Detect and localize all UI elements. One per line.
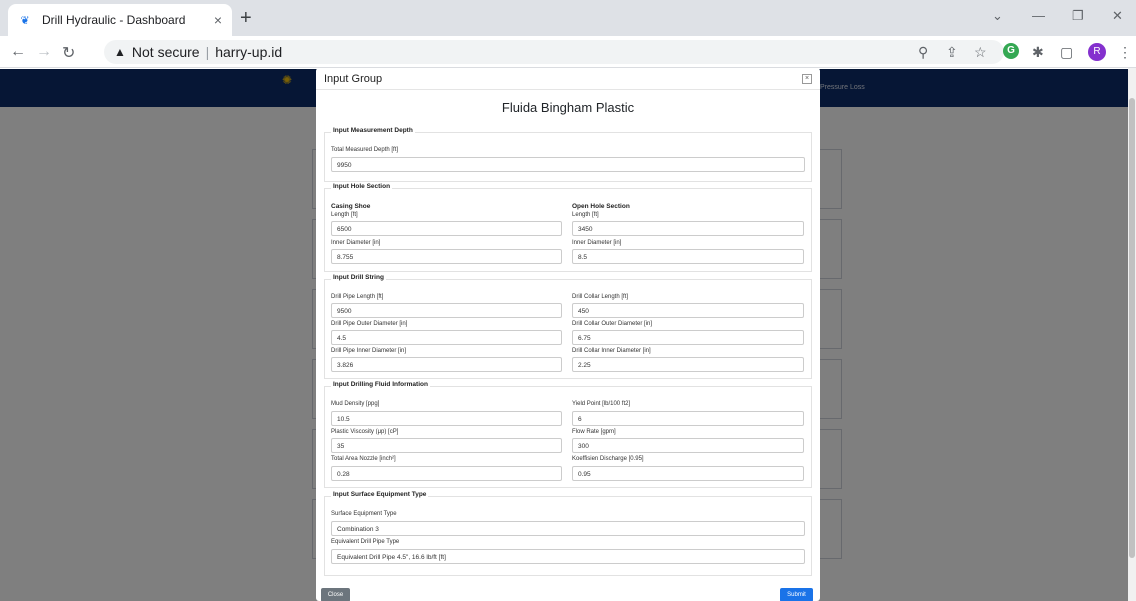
drill-pipe-length-label: Drill Pipe Length [ft] xyxy=(331,294,384,300)
mud-density-input[interactable]: 10.5 xyxy=(331,411,562,426)
profile-avatar[interactable]: R xyxy=(1088,43,1106,61)
fieldset-legend: Input Drilling Fluid Information xyxy=(331,381,430,388)
input-group-modal: Input Group × Fluida Bingham Plastic Inp… xyxy=(316,68,820,601)
submit-button[interactable]: Submit xyxy=(780,588,813,601)
total-depth-input[interactable]: 9950 xyxy=(331,157,805,172)
modal-title: Input Group xyxy=(324,72,383,85)
flow-rate-input[interactable]: 300 xyxy=(572,438,804,453)
minimize-button[interactable]: — xyxy=(1032,8,1045,23)
tab-title: Drill Hydraulic - Dashboard xyxy=(42,13,186,27)
warning-icon: ▲ xyxy=(114,45,126,59)
open-id-input[interactable]: 8.5 xyxy=(572,249,804,264)
browser-tab[interactable]: ❦ Drill Hydraulic - Dashboard × xyxy=(8,4,232,36)
drill-pipe-od-input[interactable]: 4.5 xyxy=(331,330,562,345)
drill-pipe-length-input[interactable]: 9500 xyxy=(331,303,562,318)
not-secure-label: Not secure xyxy=(131,44,200,60)
fieldset-legend: Input Drill String xyxy=(331,274,386,281)
browser-menu-icon[interactable]: ⋮ xyxy=(1118,44,1132,61)
casing-id-label: Inner Diameter [in] xyxy=(331,240,381,246)
total-area-nozzle-label: Total Area Nozzle [inch²] xyxy=(331,456,396,462)
restore-button[interactable]: ❐ xyxy=(1072,8,1084,24)
window-close-button[interactable]: ✕ xyxy=(1112,8,1123,24)
address-bar-content: ▲ Not secure | harry-up.id xyxy=(114,44,282,60)
equivalent-drill-pipe-label: Equivalent Drill Pipe Type xyxy=(331,539,400,545)
page-scrollbar[interactable] xyxy=(1128,68,1136,601)
casing-length-input[interactable]: 6500 xyxy=(331,221,562,236)
fieldset-measurement-depth: Input Measurement Depth Total Measured D… xyxy=(324,127,812,182)
open-length-label: Length [ft] xyxy=(572,212,599,218)
equivalent-drill-pipe-select[interactable]: Equivalent Drill Pipe 4.5", 16.6 lb/ft [… xyxy=(331,549,805,564)
share-icon[interactable]: ⇪ xyxy=(946,44,958,61)
extensions-puzzle-icon[interactable]: ✱ xyxy=(1032,44,1044,61)
plastic-viscosity-input[interactable]: 35 xyxy=(331,438,562,453)
scrollbar-thumb[interactable] xyxy=(1129,98,1135,558)
flow-rate-label: Flow Rate [gpm] xyxy=(572,429,616,435)
url-text[interactable]: harry-up.id xyxy=(215,44,282,60)
close-button[interactable]: Close xyxy=(321,588,350,601)
casing-length-label: Length [ft] xyxy=(331,212,358,218)
grammarly-extension-icon[interactable]: G xyxy=(1003,43,1019,59)
url-separator: | xyxy=(205,44,210,60)
browser-tabstrip: ❦ Drill Hydraulic - Dashboard × + ⌄ — ❐ … xyxy=(0,0,1136,36)
side-panel-icon[interactable]: ▢ xyxy=(1060,44,1073,61)
mud-density-label: Mud Density [ppg] xyxy=(331,401,380,407)
new-tab-button[interactable]: + xyxy=(240,8,252,28)
drill-collar-length-label: Drill Collar Length [ft] xyxy=(572,294,629,300)
total-area-nozzle-input[interactable]: 0.28 xyxy=(331,466,562,481)
surface-equipment-label: Surface Equipment Type xyxy=(331,511,397,517)
fieldset-legend: Input Surface Equipment Type xyxy=(331,491,429,498)
open-length-input[interactable]: 3450 xyxy=(572,221,804,236)
total-depth-label: Total Measured Depth [ft] xyxy=(331,147,399,153)
drill-pipe-id-label: Drill Pipe Inner Diameter [in] xyxy=(331,348,407,354)
fieldset-surface-equipment: Input Surface Equipment Type Surface Equ… xyxy=(324,491,812,576)
drill-collar-length-input[interactable]: 450 xyxy=(572,303,804,318)
fieldset-drill-string: Input Drill String Drill Pipe Length [ft… xyxy=(324,274,812,379)
fieldset-legend: Input Hole Section xyxy=(331,183,393,190)
drill-pipe-id-input[interactable]: 3.826 xyxy=(331,357,562,372)
back-icon[interactable]: ← xyxy=(10,43,26,61)
drill-collar-od-label: Drill Collar Outer Diameter [in] xyxy=(572,321,653,327)
drill-collar-od-input[interactable]: 6.75 xyxy=(572,330,804,345)
drill-collar-id-input[interactable]: 2.25 xyxy=(572,357,804,372)
form-title: Fluida Bingham Plastic xyxy=(501,100,635,115)
fieldset-legend: Input Measurement Depth xyxy=(331,127,415,134)
yield-point-input[interactable]: 6 xyxy=(572,411,804,426)
forward-icon[interactable]: → xyxy=(36,43,52,61)
casing-shoe-heading: Casing Shoe xyxy=(331,203,371,210)
plastic-viscosity-label: Plastic Viscosity (μp) [cP] xyxy=(331,429,399,435)
modal-close-icon[interactable]: × xyxy=(802,73,812,84)
tab-search-icon[interactable]: ⌄ xyxy=(992,8,1003,24)
tab-close-icon[interactable]: × xyxy=(214,12,222,28)
drill-pipe-od-label: Drill Pipe Outer Diameter [in] xyxy=(331,321,408,327)
discharge-coefficient-input[interactable]: 0.95 xyxy=(572,466,804,481)
casing-id-input[interactable]: 8.755 xyxy=(331,249,562,264)
zoom-icon[interactable]: ⚲ xyxy=(918,44,928,61)
open-hole-heading: Open Hole Section xyxy=(572,203,630,210)
drill-collar-id-label: Drill Collar Inner Diameter [in] xyxy=(572,348,651,354)
modal-header: Input Group × xyxy=(316,68,820,90)
yield-point-label: Yield Point [lb/100 ft2] xyxy=(572,401,631,407)
open-id-label: Inner Diameter [in] xyxy=(572,240,622,246)
reload-icon[interactable]: ↻ xyxy=(62,43,75,63)
discharge-coefficient-label: Koeffisien Discharge [0.95] xyxy=(572,456,644,462)
bookmark-star-icon[interactable]: ☆ xyxy=(974,44,987,61)
fieldset-hole-section: Input Hole Section Casing Shoe Open Hole… xyxy=(324,183,812,272)
favicon-icon: ❦ xyxy=(20,14,30,27)
surface-equipment-select[interactable]: Combination 3 xyxy=(331,521,805,536)
fieldset-drilling-fluid: Input Drilling Fluid Information Mud Den… xyxy=(324,381,812,488)
